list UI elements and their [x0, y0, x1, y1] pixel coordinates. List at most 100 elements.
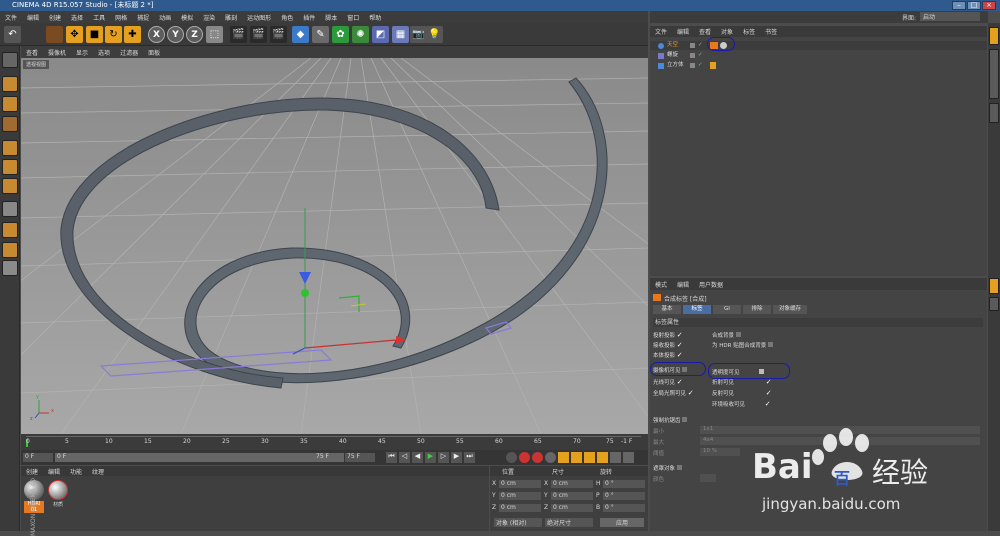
- recent-tool-button[interactable]: ✚: [124, 26, 141, 43]
- option-seen-by-reflection[interactable]: 反射可见 ✓: [712, 389, 773, 398]
- key-pick-icon[interactable]: [506, 452, 517, 463]
- x-axis-button[interactable]: X: [148, 26, 165, 43]
- option-hdr-background[interactable]: 为 HDR 贴图合成背景: [712, 341, 773, 349]
- obj-menu-edit[interactable]: 编辑: [672, 27, 694, 36]
- render-view-button[interactable]: 🎬: [230, 26, 247, 43]
- polygons-mode-icon[interactable]: [2, 178, 18, 194]
- menu-character[interactable]: 角色: [276, 13, 298, 22]
- menu-window[interactable]: 窗口: [342, 13, 364, 22]
- rot-b-field[interactable]: 0 °: [603, 504, 645, 512]
- option-seen-by-rays[interactable]: 光线可见 ✓: [653, 378, 684, 387]
- attr-menu-mode[interactable]: 模式: [650, 280, 672, 289]
- play-icon[interactable]: ▶: [425, 452, 436, 463]
- render-settings-button[interactable]: 🎬: [270, 26, 287, 43]
- option-compositing-background[interactable]: 合成背景: [712, 331, 741, 339]
- option-matte[interactable]: 遮罩对象: [653, 464, 682, 472]
- object-name-helix[interactable]: 螺旋: [667, 51, 678, 60]
- key-param-icon[interactable]: [597, 452, 608, 463]
- close-button[interactable]: ×: [982, 1, 996, 10]
- tab-content-browser[interactable]: [989, 49, 999, 99]
- rot-h-field[interactable]: 0 °: [603, 480, 645, 488]
- menu-plugins[interactable]: 插件: [298, 13, 320, 22]
- snap-icon[interactable]: [2, 222, 18, 238]
- current-frame-field[interactable]: 0 F: [23, 453, 53, 462]
- color-swatch[interactable]: [700, 474, 716, 482]
- next-frame-icon[interactable]: ▷: [438, 452, 449, 463]
- magnet-icon[interactable]: [2, 242, 18, 258]
- menu-sculpt[interactable]: 雕刻: [220, 13, 242, 22]
- vp-menu-display[interactable]: 显示: [71, 48, 93, 57]
- lock-icon[interactable]: [2, 260, 18, 276]
- phong-tag-icon[interactable]: [710, 62, 716, 69]
- mat-menu-function[interactable]: 功能: [65, 467, 87, 476]
- pos-y-field[interactable]: 0 cm: [499, 492, 541, 500]
- workplane-icon[interactable]: [2, 116, 18, 132]
- undo-button[interactable]: ↶: [4, 26, 21, 43]
- enabled-check-icon[interactable]: ✓: [698, 51, 703, 60]
- object-name-sky[interactable]: 天空: [667, 41, 678, 50]
- size-z-field[interactable]: 0 cm: [551, 504, 593, 512]
- menu-help[interactable]: 帮助: [364, 13, 386, 22]
- array-icon[interactable]: ✺: [352, 26, 369, 43]
- timeline-ruler[interactable]: 0 5 10 15 20 25 30 35 40 45 50 55 60 65 …: [21, 434, 648, 450]
- perspective-viewport[interactable]: 透视视图 x y z: [21, 58, 648, 434]
- checkbox-unchecked-icon[interactable]: [735, 332, 741, 337]
- enabled-check-icon[interactable]: ✓: [698, 41, 703, 50]
- menu-edit[interactable]: 编辑: [22, 13, 44, 22]
- menu-select[interactable]: 选择: [66, 13, 88, 22]
- enabled-check-icon[interactable]: ✓: [698, 61, 703, 70]
- z-axis-button[interactable]: Z: [186, 26, 203, 43]
- checkbox-checked-icon[interactable]: ✓: [766, 379, 773, 386]
- size-y-field[interactable]: 0 cm: [551, 492, 593, 500]
- tab-basic[interactable]: 基本: [653, 305, 681, 314]
- visibility-icon[interactable]: [690, 43, 695, 48]
- maximize-button[interactable]: □: [967, 1, 981, 10]
- range-start-slider[interactable]: 0 F: [55, 453, 343, 462]
- attr-menu-userdata[interactable]: 用户数据: [694, 280, 728, 289]
- coord-mode-select[interactable]: 对象 (相对): [494, 518, 542, 527]
- mat-menu-edit[interactable]: 编辑: [43, 467, 65, 476]
- rot-p-field[interactable]: 0 °: [603, 492, 645, 500]
- attr-menu-edit[interactable]: 编辑: [672, 280, 694, 289]
- checkbox-unchecked-icon[interactable]: [682, 417, 688, 422]
- vp-menu-filter[interactable]: 过滤器: [115, 48, 143, 57]
- option-seen-by-refraction[interactable]: 折射可见 ✓: [712, 378, 773, 387]
- axis-mode-icon[interactable]: [2, 201, 18, 217]
- mat-menu-texture[interactable]: 纹理: [87, 467, 109, 476]
- key-scale-icon[interactable]: [571, 452, 582, 463]
- tab-tag[interactable]: 标签: [683, 305, 711, 314]
- vp-menu-view[interactable]: 查看: [21, 48, 43, 57]
- key-rotation-icon[interactable]: [584, 452, 595, 463]
- obj-menu-view[interactable]: 查看: [694, 27, 716, 36]
- keyframe-selection-icon[interactable]: [545, 452, 556, 463]
- go-start-icon[interactable]: ⏮: [386, 452, 397, 463]
- menu-animate[interactable]: 动画: [154, 13, 176, 22]
- subdivision-icon[interactable]: ✿: [332, 26, 349, 43]
- tab-structure[interactable]: [989, 103, 999, 123]
- checkbox-checked-icon[interactable]: ✓: [766, 390, 773, 397]
- range-end-field[interactable]: 75 F: [345, 453, 375, 462]
- checkbox-checked-icon[interactable]: ✓: [765, 401, 772, 408]
- spline-pen-icon[interactable]: ✎: [312, 26, 329, 43]
- option-receive-shadows[interactable]: 接收投影 ✓: [653, 341, 684, 350]
- key-position-icon[interactable]: [558, 452, 569, 463]
- mat-menu-create[interactable]: 创建: [21, 467, 43, 476]
- option-self-shadowing[interactable]: 本体投影 ✓: [653, 351, 684, 360]
- apply-button[interactable]: 应用: [600, 518, 644, 527]
- obj-menu-bookmarks[interactable]: 书签: [760, 27, 782, 36]
- tab-attributes-icon[interactable]: [989, 278, 999, 294]
- object-row-cube[interactable]: 立方体 ✓: [650, 61, 987, 70]
- coord-system-button[interactable]: ⬚: [206, 26, 223, 43]
- scale-tool-button[interactable]: ■: [86, 26, 103, 43]
- obj-menu-tags[interactable]: 标签: [738, 27, 760, 36]
- size-x-field[interactable]: 0 cm: [551, 480, 593, 488]
- option-seen-by-gi[interactable]: 全局光照可见 ✓: [653, 389, 695, 398]
- timeline-menu-icon[interactable]: [623, 452, 634, 463]
- layout-select[interactable]: 启动: [920, 12, 980, 21]
- record-icon[interactable]: [519, 452, 530, 463]
- make-editable-icon[interactable]: [2, 52, 18, 68]
- checkbox-unchecked-icon[interactable]: [676, 465, 682, 470]
- menu-mesh[interactable]: 网格: [110, 13, 132, 22]
- visibility-icon[interactable]: [690, 53, 695, 58]
- checkbox-checked-icon[interactable]: ✓: [677, 379, 684, 386]
